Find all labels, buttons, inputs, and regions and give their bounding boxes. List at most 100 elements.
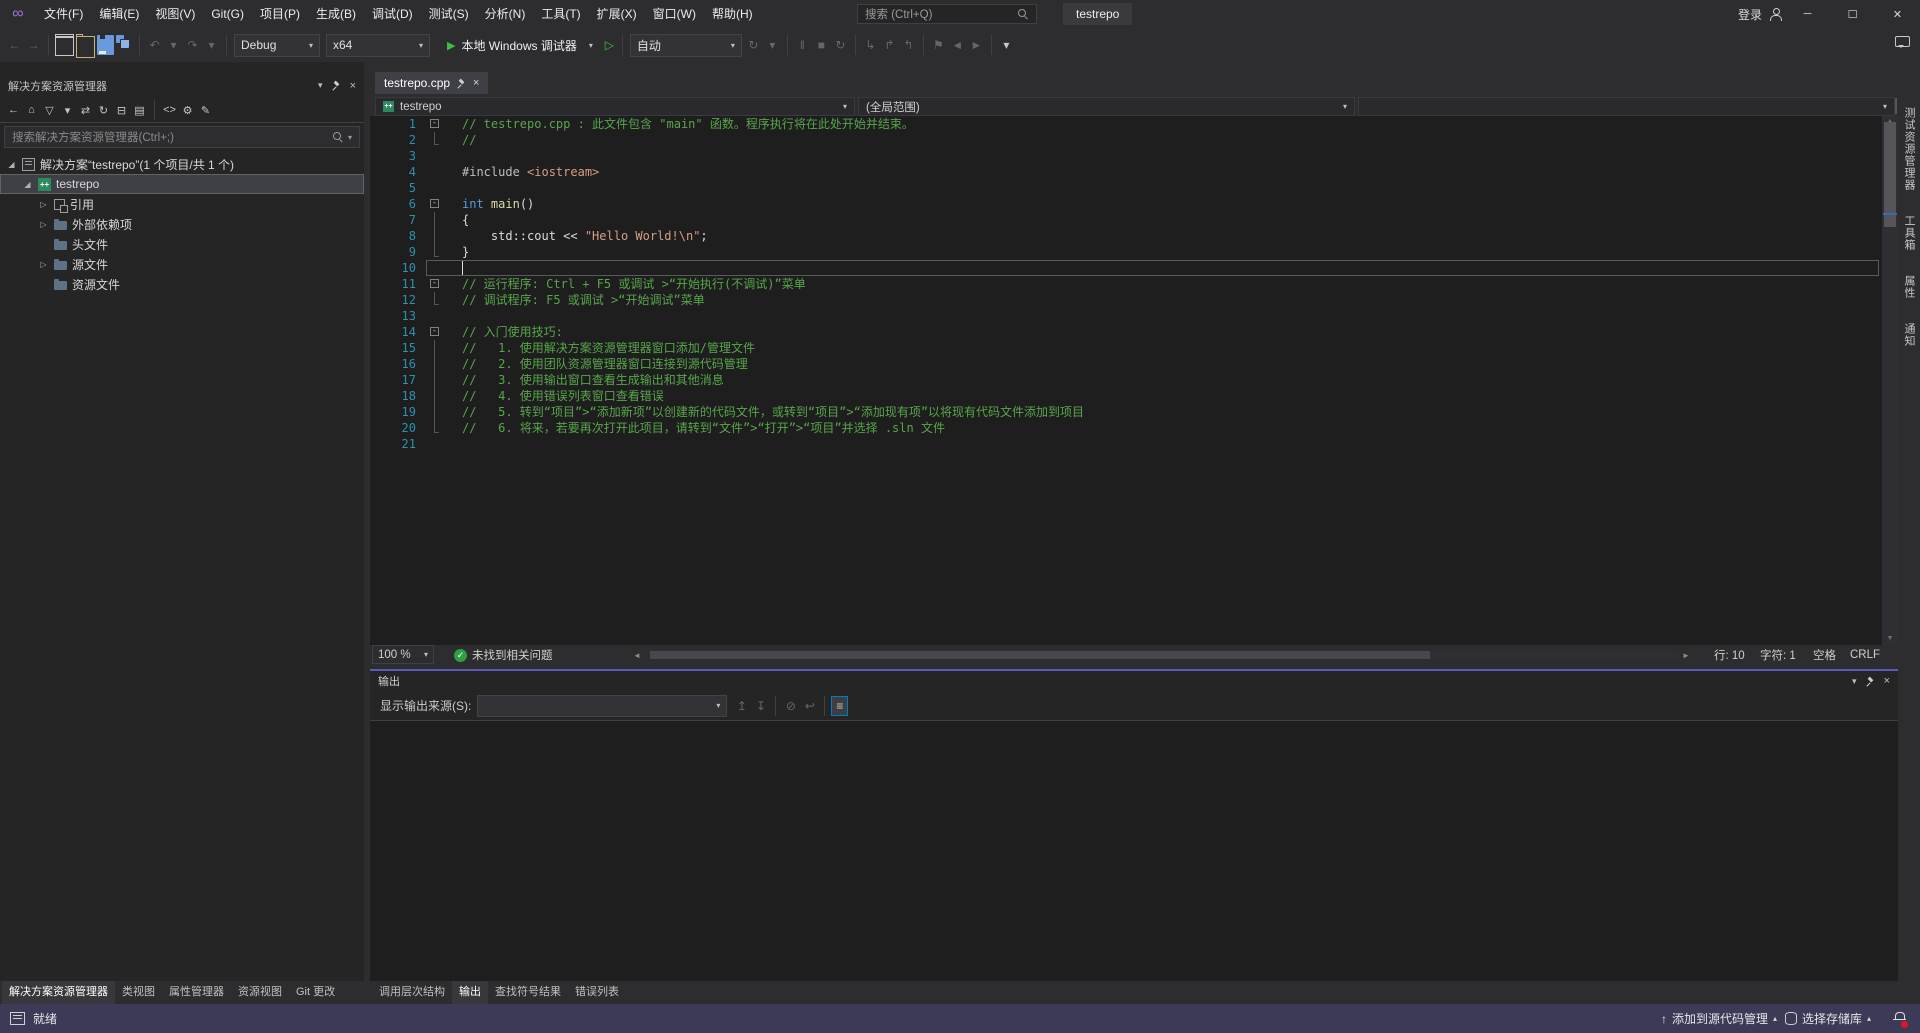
editor-vertical-scrollbar[interactable]: ▲ ▼ bbox=[1882, 116, 1898, 645]
bottom-panel-tab-0[interactable]: 调用层次结构 bbox=[372, 981, 452, 1004]
tree-item[interactable]: ▷源文件 bbox=[0, 254, 364, 274]
collapse-icon[interactable]: - bbox=[430, 279, 439, 288]
left-panel-tab-0[interactable]: 解决方案资源管理器 bbox=[2, 981, 115, 1004]
tree-expanded-arrow-icon[interactable]: ◢ bbox=[6, 160, 17, 169]
project-dropdown[interactable]: testrepo ▾ bbox=[375, 97, 855, 116]
close-button[interactable]: ✕ bbox=[1875, 0, 1920, 28]
close-icon[interactable]: × bbox=[1884, 675, 1890, 687]
select-repository-button[interactable]: 选择存储库 ▴ bbox=[1785, 1010, 1871, 1027]
chevron-down-icon[interactable]: ▾ bbox=[348, 133, 352, 142]
column-indicator[interactable]: 字符: 1 bbox=[1760, 645, 1796, 665]
step-out-icon[interactable]: ↰ bbox=[900, 35, 917, 55]
clear-all-icon[interactable]: ⊘ bbox=[782, 696, 799, 716]
code-line[interactable]: 4#include <iostream> bbox=[370, 164, 1882, 180]
save-all-icon[interactable] bbox=[116, 35, 133, 55]
hot-reload-mode-dropdown[interactable]: 自动 ▾ bbox=[630, 34, 742, 57]
menu-item[interactable]: 生成(B) bbox=[308, 0, 364, 28]
scroll-right-icon[interactable]: ► bbox=[1682, 645, 1690, 665]
edit-icon[interactable]: ✎ bbox=[198, 100, 213, 120]
start-without-debugging-icon[interactable]: ▷ bbox=[601, 35, 618, 55]
menu-item[interactable]: 帮助(H) bbox=[704, 0, 761, 28]
fold-margin[interactable]: - bbox=[426, 276, 444, 292]
hot-reload-dropdown-icon[interactable]: ▾ bbox=[764, 35, 781, 55]
user-profile-icon[interactable] bbox=[1769, 8, 1782, 21]
tree-item[interactable]: 资源文件 bbox=[0, 274, 364, 294]
fold-margin[interactable]: - bbox=[426, 324, 444, 340]
background-tasks-icon[interactable] bbox=[10, 1012, 25, 1025]
tree-item[interactable]: 头文件 bbox=[0, 234, 364, 254]
code-line[interactable]: 6-int main() bbox=[370, 196, 1882, 212]
code-line[interactable]: 19// 5. 转到“项目”>“添加新项”以创建新的代码文件，或转到“项目”>“… bbox=[370, 404, 1882, 420]
code-line[interactable]: 18// 4. 使用错误列表窗口查看错误 bbox=[370, 388, 1882, 404]
collapse-icon[interactable]: - bbox=[430, 119, 439, 128]
bottom-panel-tab-3[interactable]: 错误列表 bbox=[568, 981, 626, 1004]
tree-collapsed-arrow-icon[interactable]: ▷ bbox=[38, 260, 49, 269]
tree-item[interactable]: ▷外部依赖项 bbox=[0, 214, 364, 234]
bottom-panel-tab-1[interactable]: 输出 bbox=[452, 981, 488, 1004]
scrollbar-thumb[interactable] bbox=[650, 651, 1430, 659]
forward-icon[interactable]: → bbox=[25, 35, 42, 55]
menu-item[interactable]: Git(G) bbox=[203, 0, 252, 28]
code-line[interactable]: 7{ bbox=[370, 212, 1882, 228]
code-line[interactable]: 3 bbox=[370, 148, 1882, 164]
tree-item[interactable]: ◢testrepo bbox=[0, 174, 364, 194]
menu-item[interactable]: 调试(D) bbox=[364, 0, 421, 28]
previous-bookmark-icon[interactable]: ◄ bbox=[949, 35, 966, 55]
undo-icon[interactable]: ↶ bbox=[146, 35, 163, 55]
step-into-icon[interactable]: ↳ bbox=[862, 35, 879, 55]
left-panel-tab-3[interactable]: 资源视图 bbox=[231, 981, 289, 1004]
menu-item[interactable]: 编辑(E) bbox=[91, 0, 147, 28]
maximize-button[interactable]: ☐ bbox=[1830, 0, 1875, 28]
redo-icon[interactable]: ↷ bbox=[184, 35, 201, 55]
code-line[interactable]: 13 bbox=[370, 308, 1882, 324]
tree-collapsed-arrow-icon[interactable]: ▷ bbox=[38, 220, 49, 229]
collapse-icon[interactable]: - bbox=[430, 199, 439, 208]
code-line[interactable]: 5 bbox=[370, 180, 1882, 196]
code-line[interactable]: 8 std::cout << "Hello World!\n"; bbox=[370, 228, 1882, 244]
document-tab-testrepo-cpp[interactable]: testrepo.cpp × bbox=[375, 72, 488, 94]
redo-dropdown-icon[interactable]: ▾ bbox=[203, 35, 220, 55]
right-tab[interactable]: 通知 bbox=[1901, 316, 1917, 354]
menu-item[interactable]: 视图(V) bbox=[147, 0, 203, 28]
collapse-all-icon[interactable]: ⊟ bbox=[114, 100, 129, 120]
code-line[interactable]: 10 bbox=[370, 260, 1882, 276]
menu-item[interactable]: 窗口(W) bbox=[645, 0, 704, 28]
minimize-button[interactable]: ─ bbox=[1785, 0, 1830, 28]
sign-in-button[interactable]: 登录 bbox=[1738, 6, 1762, 23]
add-to-source-control-button[interactable]: ↑ 添加到源代码管理 ▴ bbox=[1661, 1010, 1777, 1027]
step-over-icon[interactable]: ↱ bbox=[881, 35, 898, 55]
close-icon[interactable]: × bbox=[473, 77, 479, 89]
sync-with-active-document-icon[interactable]: ⇄ bbox=[78, 100, 93, 120]
output-content[interactable] bbox=[370, 721, 1898, 981]
left-panel-tab-2[interactable]: 属性管理器 bbox=[162, 981, 231, 1004]
menu-item[interactable]: 工具(T) bbox=[533, 0, 588, 28]
solution-explorer-header[interactable]: 解决方案资源管理器 ▾ × bbox=[0, 75, 364, 96]
refresh-icon[interactable]: ↻ bbox=[96, 100, 111, 120]
menu-item[interactable]: 项目(P) bbox=[252, 0, 308, 28]
break-all-icon[interactable]: ‖ bbox=[794, 35, 811, 55]
output-panel-header[interactable]: 输出 ▾ × bbox=[370, 671, 1898, 691]
code-line[interactable]: 12// 调试程序: F5 或调试 >“开始调试”菜单 bbox=[370, 292, 1882, 308]
menu-item[interactable]: 分析(N) bbox=[477, 0, 534, 28]
solution-configuration-dropdown[interactable]: Debug ▾ bbox=[234, 34, 320, 57]
left-panel-tab-4[interactable]: Git 更改 bbox=[289, 981, 342, 1004]
scroll-left-icon[interactable]: ◄ bbox=[633, 645, 641, 665]
next-bookmark-icon[interactable]: ► bbox=[968, 35, 985, 55]
left-panel-tab-1[interactable]: 类视图 bbox=[115, 981, 162, 1004]
tree-expanded-arrow-icon[interactable]: ◢ bbox=[22, 180, 33, 189]
window-position-icon[interactable]: ▾ bbox=[1852, 676, 1857, 687]
code-line[interactable]: 1-// testrepo.cpp : 此文件包含 "main" 函数。程序执行… bbox=[370, 116, 1882, 132]
undo-dropdown-icon[interactable]: ▾ bbox=[165, 35, 182, 55]
toggle-auto-scroll-icon[interactable]: ≡ bbox=[831, 696, 848, 716]
document-health-indicator[interactable]: ✓ 未找到相关问题 bbox=[454, 645, 553, 665]
tree-item[interactable]: ▷引用 bbox=[0, 194, 364, 214]
back-icon[interactable]: ← bbox=[6, 35, 23, 55]
tree-collapsed-arrow-icon[interactable]: ▷ bbox=[38, 200, 49, 209]
pin-icon[interactable] bbox=[457, 79, 466, 88]
split-window-handle[interactable] bbox=[1895, 99, 1897, 113]
code-line[interactable]: 2// bbox=[370, 132, 1882, 148]
new-project-icon[interactable] bbox=[55, 34, 74, 56]
filter-icon[interactable]: ▽ bbox=[42, 100, 57, 120]
bottom-panel-tab-2[interactable]: 查找符号结果 bbox=[488, 981, 568, 1004]
next-message-icon[interactable]: ↧ bbox=[752, 696, 769, 716]
